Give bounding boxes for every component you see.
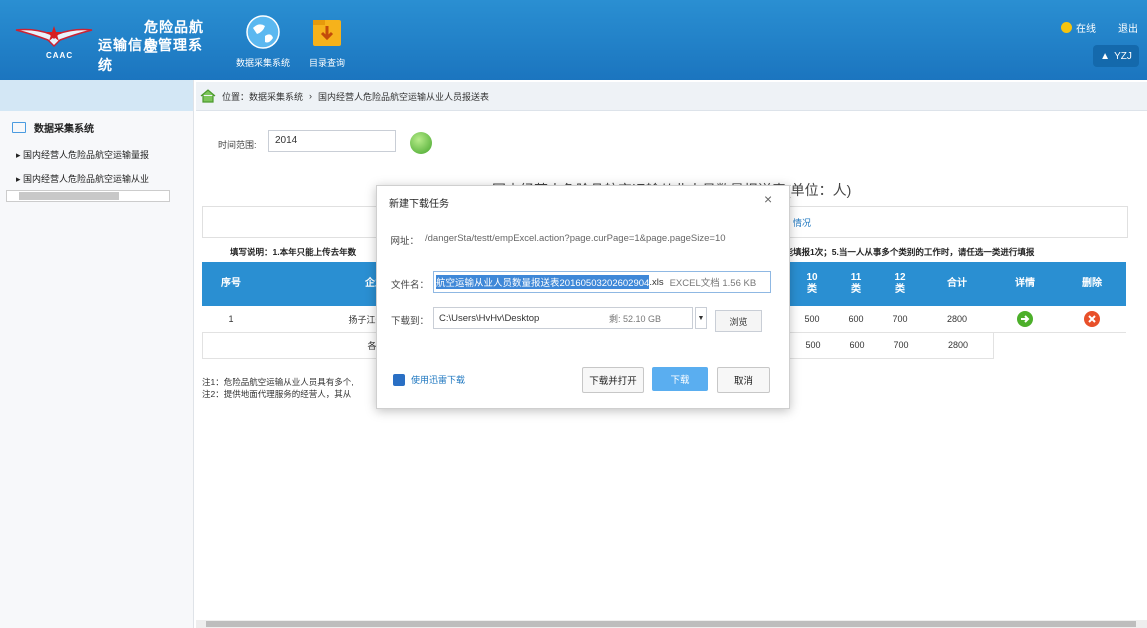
globe-icon bbox=[246, 15, 280, 49]
close-icon[interactable]: × bbox=[764, 191, 772, 207]
filename-extension: .xls bbox=[649, 276, 664, 288]
browse-button[interactable]: 浏览 bbox=[715, 310, 762, 332]
table-top-link[interactable]: 情况 bbox=[793, 216, 811, 229]
nav-label: 目录查询 bbox=[308, 58, 345, 68]
bullet-icon: ▸ bbox=[16, 174, 24, 184]
th-class10: 10 类 bbox=[806, 272, 818, 295]
nav-catalog-query[interactable]: 目录查询 bbox=[302, 14, 352, 69]
summary-class11: 600 bbox=[849, 340, 865, 350]
save-path-input[interactable]: C:\Users\HvHv\Desktop 剩: 52.10 GB bbox=[433, 307, 693, 329]
file-info: EXCEL文档 1.56 KB bbox=[669, 278, 757, 289]
cell-class11: 600 bbox=[848, 314, 864, 324]
smiley-icon bbox=[1061, 22, 1072, 33]
scrollbar-thumb[interactable] bbox=[206, 621, 1136, 627]
nav-label: 数据采集系统 bbox=[235, 58, 290, 68]
horizontal-scrollbar[interactable] bbox=[196, 620, 1147, 628]
cell-seq: 1 bbox=[228, 314, 234, 324]
sidebar-title[interactable]: 数据采集系统 bbox=[12, 120, 94, 135]
footnote: 注1：危险品航空运输从业人员具有多个, bbox=[202, 377, 354, 387]
sidebar-item-label: 国内经营人危险品航空运输从业 bbox=[23, 174, 150, 184]
filename-label: 文件名： bbox=[390, 280, 429, 291]
logo-title-line2: 运输信息管理系统 bbox=[98, 37, 203, 73]
use-thunder-link[interactable]: 使用迅雷下载 bbox=[393, 373, 465, 386]
nav-data-collection[interactable]: 数据采集系统 bbox=[228, 14, 298, 69]
breadcrumb: 位置： 数据采集系统 › 国内经营人危险品航空运输从业人员报送表 bbox=[196, 82, 1147, 111]
breadcrumb-link[interactable]: 数据采集系统 bbox=[249, 90, 303, 103]
logout-link[interactable]: 退出 bbox=[1118, 20, 1138, 35]
sidebar-header bbox=[0, 80, 193, 111]
url-field: /dangerSta/testt/empExcel.action?page.cu… bbox=[425, 233, 726, 244]
thunder-label: 使用迅雷下载 bbox=[411, 375, 466, 385]
th-class11: 11 类 bbox=[850, 272, 862, 295]
free-space: 剩: 52.10 GB bbox=[609, 313, 662, 324]
sidebar: 数据采集系统 ▸ 国内经营人危险品航空运输量报 ▸ 国内经营人危险品航空运输从业 bbox=[0, 80, 194, 628]
sidebar-scrollbar[interactable] bbox=[6, 190, 170, 202]
search-icon[interactable] bbox=[410, 132, 432, 154]
url-label: 网址： bbox=[390, 236, 419, 247]
download-dialog: 新建下载任务 × 网址： /dangerSta/testt/empExcel.a… bbox=[376, 185, 790, 409]
filename-selected: 航空运输从业人员数量报送表20160503202602904 bbox=[436, 275, 650, 289]
thunder-icon bbox=[393, 373, 405, 386]
logo-caac: CAAC bbox=[46, 51, 74, 60]
filename-input[interactable]: 航空运输从业人员数量报送表20160503202602904 .xls EXCE… bbox=[433, 271, 771, 293]
monitor-icon bbox=[12, 122, 26, 133]
download-button[interactable]: 下载 bbox=[652, 367, 708, 391]
username: YZJ bbox=[1114, 50, 1132, 62]
footnote: 注2：提供地面代理服务的经营人，其从 bbox=[202, 389, 352, 399]
online-status: 在线 bbox=[1061, 20, 1096, 35]
breadcrumb-separator: › bbox=[309, 91, 313, 101]
cell-class12: 700 bbox=[892, 314, 908, 324]
summary-total: 2800 bbox=[947, 340, 969, 350]
sidebar-item-practitioners[interactable]: ▸ 国内经营人危险品航空运输从业 bbox=[16, 172, 149, 185]
breadcrumb-label: 位置： bbox=[222, 91, 250, 102]
th-seq: 序号 bbox=[221, 278, 241, 289]
summary-class12: 700 bbox=[893, 340, 909, 350]
sidebar-item-label: 国内经营人危险品航空运输量报 bbox=[23, 150, 150, 160]
summary-class10: 500 bbox=[805, 340, 821, 350]
save-path: C:\Users\HvHv\Desktop bbox=[439, 312, 540, 324]
delete-icon[interactable] bbox=[1058, 306, 1126, 332]
dialog-title: 新建下载任务 bbox=[389, 199, 449, 210]
sidebar-title-label: 数据采集系统 bbox=[34, 124, 94, 135]
footnotes: 注1：危险品航空运输从业人员具有多个, 注2：提供地面代理服务的经营人，其从 bbox=[202, 376, 354, 400]
wings-logo-icon bbox=[15, 26, 93, 48]
th-delete: 删除 bbox=[1082, 278, 1102, 289]
caac-logo: 危险品航空 运输信息管理系统 CAAC bbox=[14, 14, 204, 73]
time-range-input[interactable]: 2014 bbox=[268, 130, 396, 152]
download-and-open-button[interactable]: 下载并打开 bbox=[582, 367, 644, 393]
cell-class10: 500 bbox=[804, 314, 820, 324]
chevron-down-icon[interactable]: ▼ bbox=[695, 307, 707, 329]
bullet-icon: ▸ bbox=[16, 150, 24, 160]
fill-note-right: 只能填报1次；5.当一人从事多个类别的工作时，请任选一类进行填报 bbox=[776, 247, 1035, 257]
save-to-label: 下载到： bbox=[390, 316, 429, 327]
detail-icon[interactable] bbox=[992, 306, 1058, 332]
home-icon[interactable] bbox=[200, 89, 216, 103]
th-total: 合计 bbox=[947, 278, 967, 289]
cancel-button[interactable]: 取消 bbox=[717, 367, 770, 393]
th-detail: 详情 bbox=[1015, 278, 1035, 289]
th-class12: 12 类 bbox=[894, 272, 906, 295]
user-badge[interactable]: ▲ YZJ bbox=[1093, 45, 1139, 67]
user-icon: ▲ bbox=[1100, 50, 1111, 62]
fill-note-left: 填写说明：1.本年只能上传去年数 bbox=[230, 247, 357, 257]
sidebar-item-transport-volume[interactable]: ▸ 国内经营人危险品航空运输量报 bbox=[16, 148, 149, 161]
online-label: 在线 bbox=[1076, 24, 1096, 35]
folder-download-icon bbox=[313, 20, 341, 46]
top-header: 危险品航空 运输信息管理系统 CAAC 数据采集系统 目录查询 在线 退出 ▲ … bbox=[0, 0, 1147, 80]
time-range-label: 时间范围: bbox=[218, 140, 257, 150]
breadcrumb-current: 国内经营人危险品航空运输从业人员报送表 bbox=[318, 91, 490, 102]
scrollbar-thumb[interactable] bbox=[19, 192, 119, 200]
cell-total: 2800 bbox=[946, 314, 968, 324]
